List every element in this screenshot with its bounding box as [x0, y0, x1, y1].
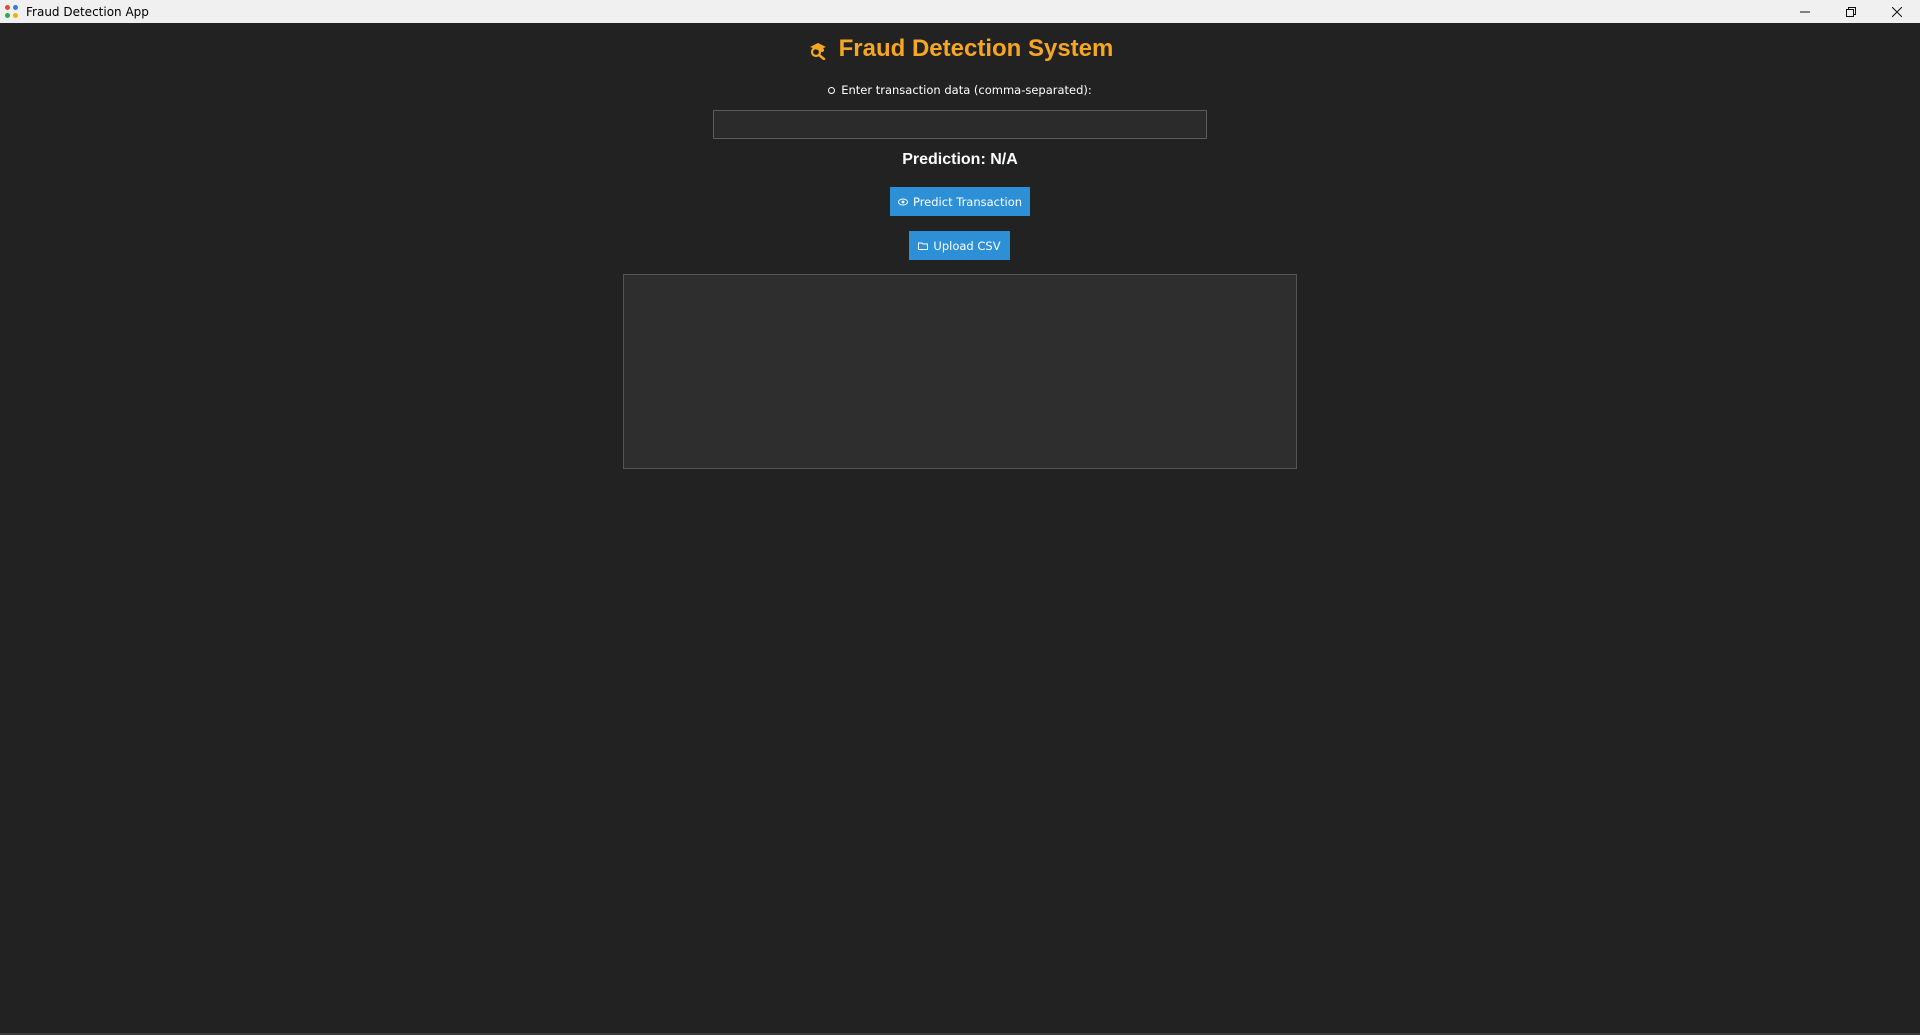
- upload-button-label: Upload CSV: [933, 238, 1001, 253]
- minimize-icon: [1800, 11, 1810, 12]
- close-icon: [1892, 6, 1902, 17]
- prediction-result: Prediction: N/A: [902, 151, 1018, 168]
- bullet-icon: [828, 87, 836, 94]
- main-content: Fraud Detection System Enter transaction…: [0, 23, 1920, 1031]
- close-button[interactable]: [1874, 0, 1920, 23]
- restore-icon: [1846, 6, 1856, 17]
- results-output-area[interactable]: [623, 274, 1297, 469]
- detective-icon: [809, 43, 826, 60]
- predict-transaction-button[interactable]: Predict Transaction: [890, 187, 1030, 216]
- minimize-button[interactable]: [1782, 0, 1828, 23]
- page-heading: Fraud Detection System: [0, 35, 1920, 67]
- eye-icon: [897, 198, 908, 205]
- page-title: Fraud Detection System: [838, 35, 1114, 62]
- folder-icon: [918, 242, 929, 250]
- upload-csv-button[interactable]: Upload CSV: [909, 231, 1010, 260]
- transaction-data-input[interactable]: [713, 110, 1207, 139]
- input-instruction: Enter transaction data (comma-separated)…: [0, 83, 1920, 97]
- app-icon: [5, 4, 19, 19]
- predict-button-label: Predict Transaction: [912, 194, 1023, 209]
- app-window: Fraud Detection App Fraud Detection Syst…: [0, 0, 1920, 1035]
- window-controls: [1782, 0, 1920, 23]
- window-title: Fraud Detection App: [26, 4, 149, 19]
- restore-button[interactable]: [1828, 0, 1874, 23]
- instruction-label: Enter transaction data (comma-separated)…: [841, 83, 1092, 97]
- title-bar[interactable]: Fraud Detection App: [0, 0, 1920, 23]
